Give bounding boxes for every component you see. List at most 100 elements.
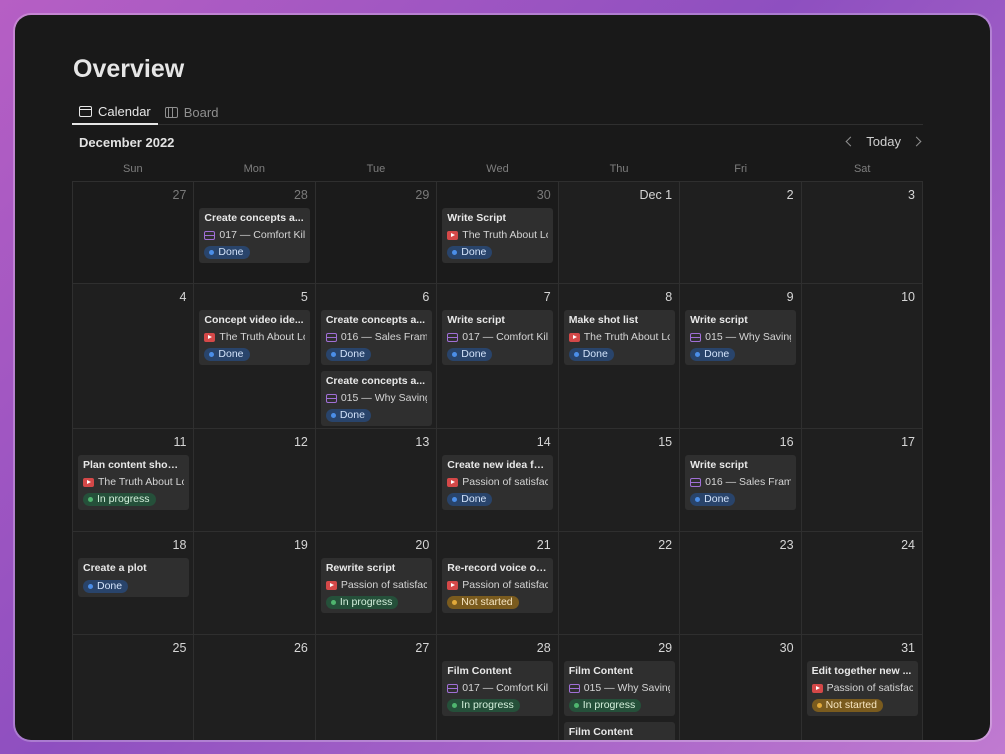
event-card[interactable]: Re-record voice ov... Passion of satisfac… [442,558,554,613]
day-number: 6 [422,290,430,304]
document-icon [447,333,459,342]
day-number: 29 [658,641,673,655]
day-cell[interactable]: 19 [194,532,316,635]
event-relation: Passion of satisfac [447,579,548,592]
day-cell[interactable]: 13 [315,429,438,532]
status-badge: Done [83,580,129,593]
day-cell[interactable]: 30 [680,635,802,740]
day-cell[interactable]: 23 [680,532,802,635]
event-title: Film Content [568,665,633,677]
day-cell[interactable]: 22 [558,532,681,635]
chevron-left-icon[interactable] [845,136,856,147]
status-badge: Done [447,246,493,259]
event-card[interactable]: Write script 015 — Why Saving Done [685,310,797,365]
day-cell[interactable]: 12 [194,429,316,532]
event-title: Create new idea fo... [447,459,549,471]
day-cell[interactable]: 6 Create concepts a... 016 — Sales Frame Do… [315,284,438,429]
day-cell[interactable]: 9 Write script 015 — Why Saving Done [680,284,802,429]
relation-label: The Truth About Lo [583,331,670,343]
day-cell[interactable]: 2 [680,182,802,284]
day-cell[interactable]: 18 Create a plot Done [73,532,195,635]
event-card[interactable]: Plan content shoots. The Truth About Lo In… [78,455,189,510]
relation-label: Passion of satisfac [826,682,913,694]
event-card[interactable]: Concept video ide... The Truth About Lo Do… [199,310,311,365]
event-card[interactable]: Film Content 017 — Comfort Kills In progre… [442,661,554,716]
event-card[interactable]: Rewrite script Passion of satisfac In prog… [320,558,432,613]
status-label: Done [461,246,487,258]
day-cell[interactable]: 10 [801,284,923,429]
relation-label: The Truth About Lo [219,331,306,343]
event-title: Write script [690,459,748,471]
status-dot-icon [209,250,215,255]
day-number: 26 [293,641,308,655]
event-title: Create concepts a... [325,314,426,326]
event-title: Create concepts a... [204,212,304,224]
day-cell[interactable]: 26 [194,635,316,740]
event-card[interactable]: Create concepts a... 016 — Sales Frame Don… [320,310,432,365]
today-button[interactable]: Today [864,134,903,149]
status-dot-icon [88,584,93,589]
day-number: 2 [786,188,794,202]
day-cell[interactable]: 27 [315,635,438,740]
relation-label: 015 — Why Saving [705,331,792,343]
day-cell[interactable]: 5 Concept video ide... The Truth About Lo D… [194,284,316,429]
event-card[interactable]: Create concepts a... 017 — Comfort Kills D… [199,208,311,263]
day-cell[interactable]: 30 Write Script The Truth About Lo Done [437,182,559,284]
day-number: 10 [901,290,915,304]
status-dot-icon [452,352,458,357]
status-label: Done [704,348,730,360]
status-badge: Done [204,348,250,361]
day-cell[interactable]: 17 [801,429,923,532]
event-relation: 015 — Why Saving [325,392,427,405]
event-card[interactable]: Edit together new ... Passion of satisfac… [806,661,918,716]
event-card[interactable]: Film Content [563,722,675,740]
view-tabs: Calendar Board [72,99,923,125]
day-cell[interactable]: 27 [73,182,195,284]
event-card[interactable]: Write script 016 — Sales Frame Done [685,455,797,510]
relation-label: Passion of satisfac [462,579,549,591]
day-cell[interactable]: 31 Edit together new ... Passion of satisf… [801,635,923,740]
day-cell[interactable]: 11 Plan content shoots. The Truth About Lo… [73,429,195,532]
day-cell[interactable]: 14 Create new idea fo... Passion of satisf… [437,429,559,532]
day-cell[interactable]: 21 Re-record voice ov... Passion of satisf… [437,532,559,635]
calendar-nav: Today [845,134,922,149]
day-cell[interactable]: 25 [73,635,195,740]
day-cell[interactable]: 28 Create concepts a... 017 — Comfort Kill… [194,182,316,284]
event-card[interactable]: Create new idea fo... Passion of satisfac… [442,455,554,510]
event-card[interactable]: Write Script The Truth About Lo Done [442,208,554,263]
tab-board[interactable]: Board [158,99,226,125]
day-cell[interactable]: 7 Write script 017 — Comfort Kills Done [437,284,559,429]
chevron-right-icon[interactable] [911,136,922,147]
status-badge: In progress [568,699,642,712]
event-title: Edit together new ... [811,665,912,677]
status-dot-icon [695,352,701,357]
event-card[interactable]: Create a plot Done [78,558,189,597]
day-cell[interactable]: 15 [558,429,681,532]
event-card[interactable]: Make shot list The Truth About Lo Done [563,310,675,365]
relation-label: 016 — Sales Frame [340,331,427,343]
weekday-label: Sat [853,163,871,175]
status-badge: Done [204,246,250,259]
event-card[interactable]: Create concepts a... 015 — Why Saving Done [320,371,432,426]
day-cell[interactable]: 29 Film Content 015 — Why Saving In progres… [558,635,681,740]
day-cell[interactable]: Dec 1 [558,182,681,284]
day-cell[interactable]: 4 [73,284,195,429]
event-title: Write Script [447,212,507,224]
event-title: Film Content [447,665,512,677]
event-card[interactable]: Film Content 015 — Why Saving In progress [563,661,675,716]
event-relation: 017 — Comfort Kills [447,682,548,695]
page-title: Overview [73,55,185,83]
relation-label: 017 — Comfort Kills [462,682,549,694]
event-card[interactable]: Write script 017 — Comfort Kills Done [442,310,554,365]
relation-label: 015 — Why Saving [583,682,670,694]
event-relation: The Truth About Lo [83,476,184,489]
day-cell[interactable]: 29 [315,182,438,284]
day-cell[interactable]: 24 [801,532,923,635]
day-cell[interactable]: 20 Rewrite script Passion of satisfac In pr… [315,532,438,635]
day-number: 7 [543,290,551,304]
day-cell[interactable]: 8 Make shot list The Truth About Lo Done [558,284,681,429]
day-cell[interactable]: 16 Write script 016 — Sales Frame Done [680,429,802,532]
day-cell[interactable]: 28 Film Content 017 — Comfort Kills In prog… [437,635,559,740]
day-cell[interactable]: 3 [801,182,923,284]
tab-calendar[interactable]: Calendar [72,99,158,125]
